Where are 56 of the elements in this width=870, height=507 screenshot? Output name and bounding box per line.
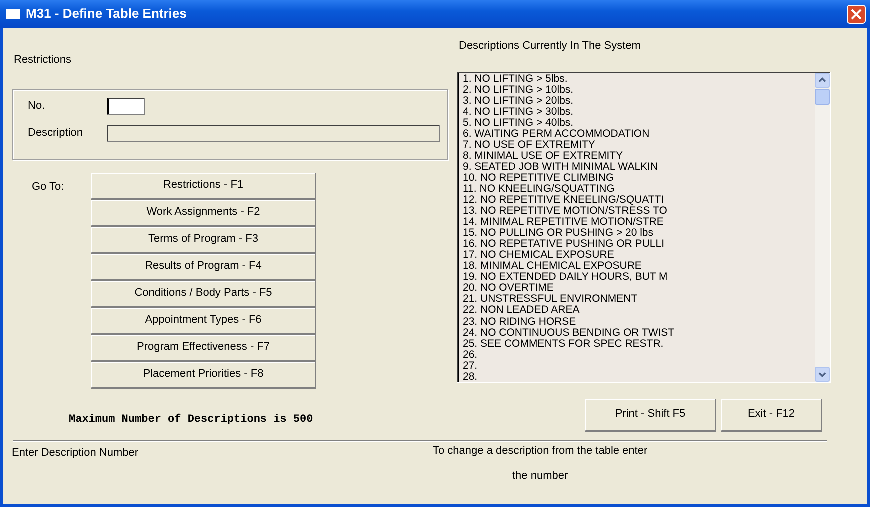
max-note: Maximum Number of Descriptions is 500 [69,412,314,428]
list-item[interactable]: 6. WAITING PERM ACCOMMODATION [463,128,815,140]
list-item[interactable]: 17. NO CHEMICAL EXPOSURE [463,250,815,262]
section-heading: Restrictions [14,54,72,66]
window-title: M31 - Define Table Entries [26,5,188,24]
field-label: No. [28,98,46,114]
list-item[interactable]: 22. NON LEADED AREA [463,305,815,317]
print-button[interactable]: Print - Shift F5 [585,398,716,432]
list-item[interactable]: 1. NO LIFTING > 5lbs. [463,74,815,85]
close-icon [851,8,862,20]
goto-button[interactable]: Restrictions - F1 [91,172,316,200]
scrollbar[interactable] [815,72,830,382]
list-item[interactable]: 10. NO REPETITIVE CLIMBING [463,172,815,184]
list-item[interactable]: 24. NO CONTINUOUS BENDING OR TWIST [463,328,815,339]
list-item[interactable]: 28. [463,372,815,383]
list-item[interactable]: 19. NO EXTENDED DAILY HOURS, BUT M [463,272,815,284]
list-item[interactable]: 26. [463,350,815,361]
list-item[interactable]: 16. NO REPETATIVE PUSHING OR PULLI [463,239,815,250]
goto-button[interactable]: Work Assignments - F2 [91,200,316,226]
list-item[interactable]: 13. NO REPETITIVE MOTION/STRESS TO [463,206,815,218]
close-button[interactable] [847,4,866,24]
scroll-down-icon[interactable] [815,366,830,382]
goto-button[interactable]: Results of Program - F4 [91,254,316,280]
list-item[interactable]: 3. NO LIFTING > 20lbs. [463,96,815,107]
list-item[interactable]: 5. NO LIFTING > 40lbs. [463,118,815,129]
window-icon [6,9,20,19]
list-item[interactable]: 11. NO KNEELING/SQUATTING [463,184,815,196]
status-hint: To change a description from the table enter the number [433,444,648,484]
list-item[interactable]: 14. MINIMAL REPETITIVE MOTION/STRE [463,217,815,228]
scrollbar-thumb[interactable] [815,88,830,104]
list-item[interactable]: 21. UNSTRESSFUL ENVIRONMENT [463,294,815,306]
scroll-up-icon[interactable] [815,72,830,88]
list-item[interactable]: 20. NO OVERTIME [463,283,815,294]
exit-button[interactable]: Exit - F12 [721,398,822,432]
list-item[interactable]: 8. MINIMAL USE OF EXTREMITY [463,150,815,162]
goto-button[interactable]: Terms of Program - F3 [91,226,316,254]
list-item[interactable]: 9. SEATED JOB WITH MINIMAL WALKIN [463,162,815,173]
descriptions-list[interactable] [457,72,831,382]
goto-button[interactable]: Appointment Types - F6 [91,308,316,334]
number-field[interactable] [107,98,145,114]
field-label: Description [28,126,84,141]
goto-button[interactable]: Program Effectiveness - F7 [91,334,316,362]
list-item[interactable]: 15. NO PULLING OR PUSHING > 20 lbs [463,228,815,240]
list-item[interactable]: 7. NO USE OF EXTREMITY [463,140,815,151]
list-item[interactable]: 23. NO RIDING HORSE [463,316,815,328]
list-item[interactable]: 27. [463,360,815,372]
goto-label: Go To: [32,180,64,192]
goto-button[interactable]: Placement Priorities - F8 [91,362,316,388]
list-item[interactable]: 18. MINIMAL CHEMICAL EXPOSURE [463,261,815,272]
list-item[interactable]: 25. SEE COMMENTS FOR SPEC RESTR. [463,338,815,350]
list-item[interactable]: 4. NO LIFTING > 30lbs. [463,106,815,118]
list-heading: Descriptions Currently In The System [459,40,641,52]
list-item[interactable]: 12. NO REPETITIVE KNEELING/SQUATTI [463,195,815,206]
list-item[interactable]: 2. NO LIFTING > 10lbs. [463,84,815,96]
status-prompt: Enter Description Number [12,447,139,459]
goto-button[interactable]: Conditions / Body Parts - F5 [91,280,316,308]
